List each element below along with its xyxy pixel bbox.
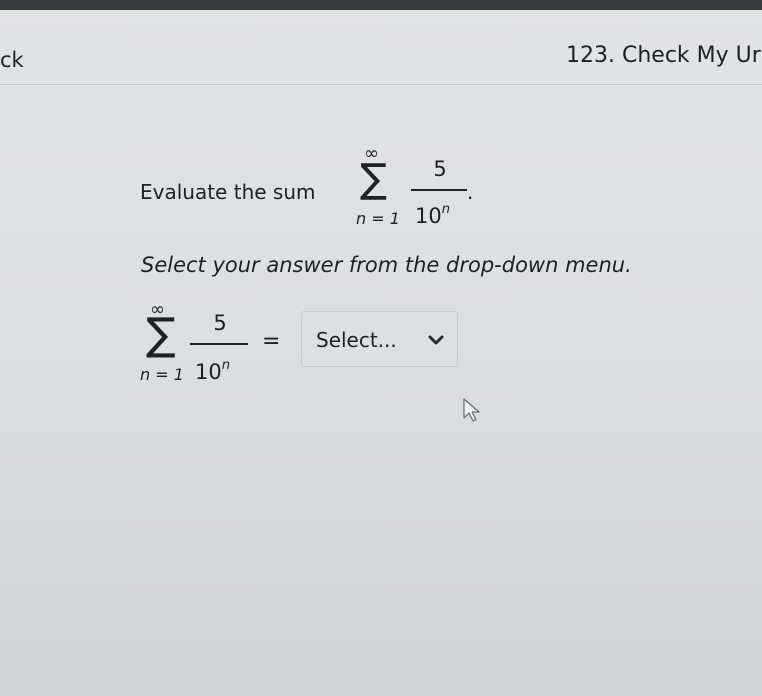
prompt-period: . [467,180,474,204]
question-title: 123. Check My Ur [566,43,761,68]
fraction-denominator: 10n [195,358,230,384]
chevron-down-icon [428,335,444,345]
fraction-bar [190,343,248,345]
question-prompt: Evaluate the sum [140,180,316,204]
back-link[interactable]: ck [0,48,24,72]
answer-dropdown[interactable]: Select... [301,311,458,367]
top-bar [0,0,762,10]
sigma-symbol: ∑ [146,309,176,360]
answer-summation: ∞ ∑ n = 1 5 10n [140,301,260,393]
fraction-numerator: 5 [433,157,447,181]
instructions: Select your answer from the drop-down me… [141,253,632,277]
sum-lower-limit: n = 1 [140,365,184,384]
fraction-bar [411,189,467,191]
prompt-summation: ∞ ∑ n = 1 5 10n [356,145,476,235]
equals-sign: = [262,329,281,354]
mouse-pointer-icon [463,398,480,422]
dropdown-value: Select... [316,328,397,352]
sigma-symbol: ∑ [360,156,387,202]
sum-lower-limit: n = 1 [356,209,400,228]
fraction-denominator: 10n [415,202,450,228]
question-content: Evaluate the sum ∞ ∑ n = 1 5 10n . Selec… [0,85,762,696]
header: ck 123. Check My Ur [0,10,762,85]
fraction-numerator: 5 [213,311,227,335]
